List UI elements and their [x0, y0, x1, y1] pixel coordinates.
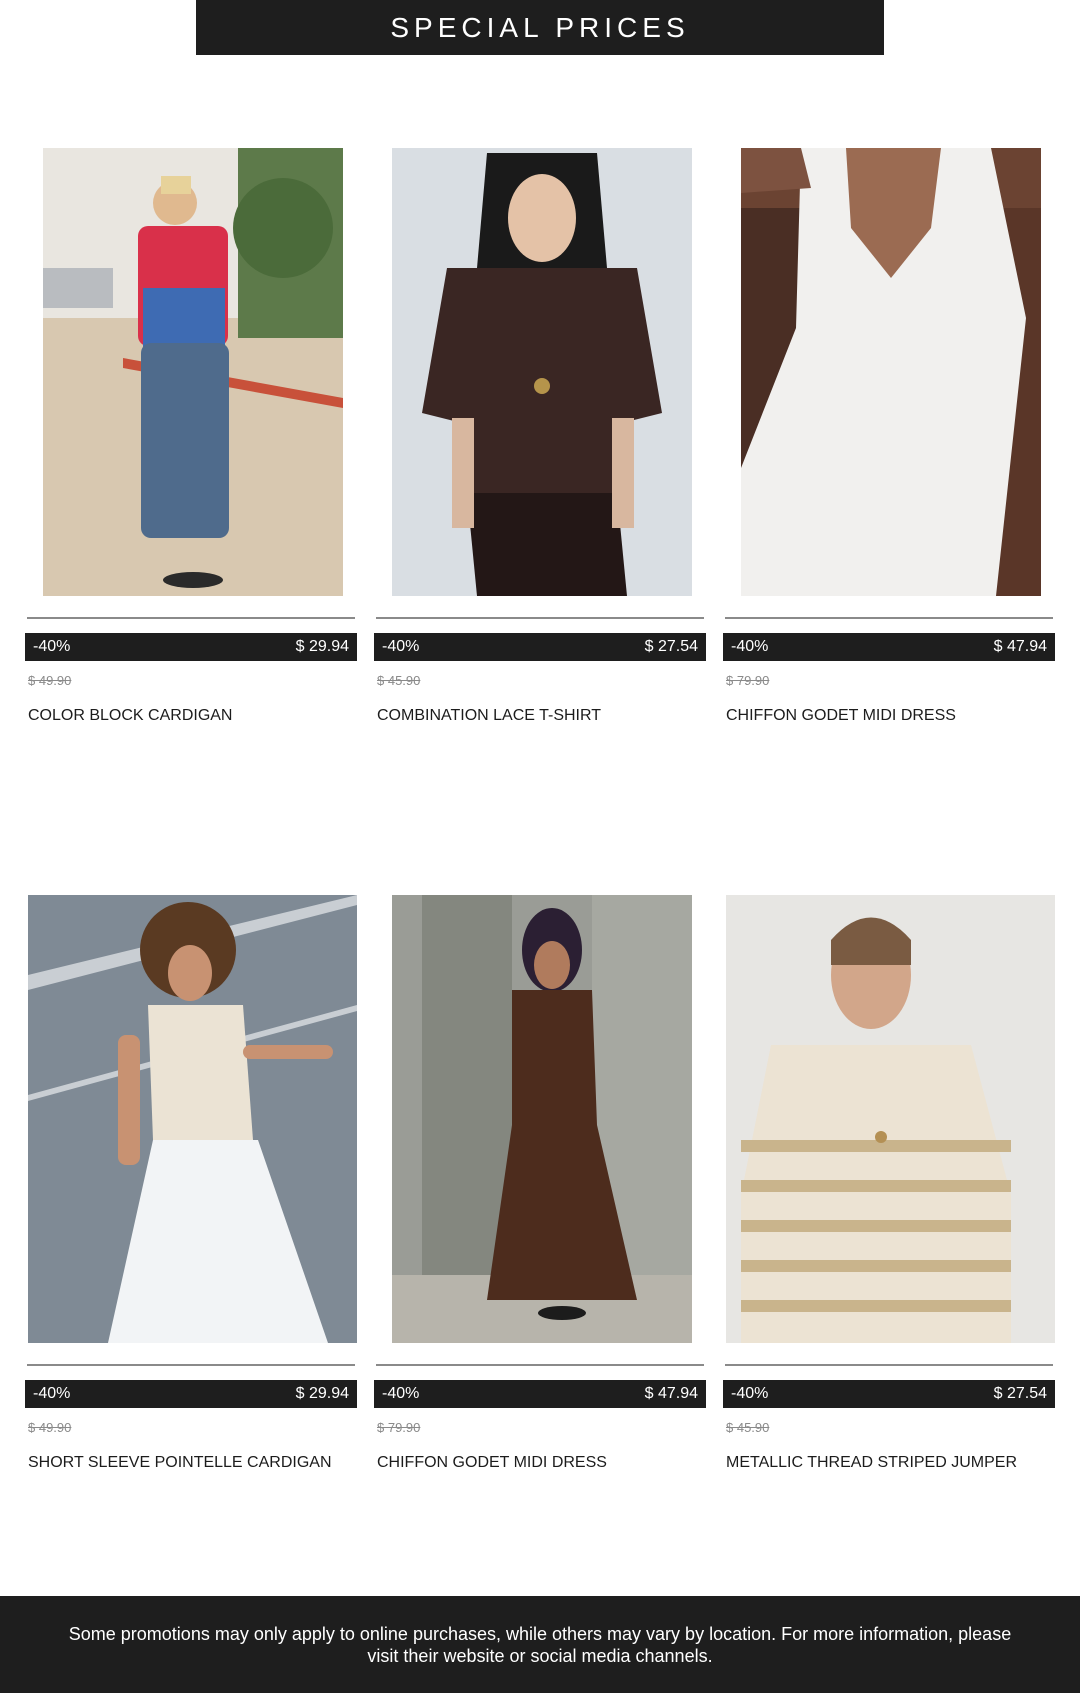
price-bar: -40% $ 47.94: [723, 633, 1055, 661]
product-name[interactable]: CHIFFON GODET MIDI DRESS: [377, 1454, 607, 1472]
discount-badge: -40%: [731, 1385, 769, 1402]
divider: [376, 1364, 704, 1366]
product-name[interactable]: SHORT SLEEVE POINTELLE CARDIGAN: [28, 1454, 332, 1472]
sale-price: $ 47.94: [993, 638, 1047, 655]
discount-badge: -40%: [382, 638, 420, 655]
discount-badge: -40%: [731, 638, 769, 655]
divider: [376, 617, 704, 619]
price-bar: -40% $ 27.54: [374, 633, 706, 661]
header-banner: SPECIAL PRICES: [196, 0, 884, 55]
divider: [27, 617, 355, 619]
product-image[interactable]: [726, 895, 1055, 1343]
original-price: $ 49.90: [28, 1420, 72, 1435]
disclaimer-text: Some promotions may only apply to online…: [68, 1623, 1012, 1666]
product-image[interactable]: [392, 148, 692, 596]
product-name[interactable]: METALLIC THREAD STRIPED JUMPER: [726, 1454, 1017, 1472]
price-bar: -40% $ 27.54: [723, 1380, 1055, 1408]
divider: [27, 1364, 355, 1366]
footer-disclaimer: Some promotions may only apply to online…: [0, 1596, 1080, 1693]
original-price: $ 49.90: [28, 673, 72, 688]
product-image[interactable]: [741, 148, 1041, 596]
sale-price: $ 29.94: [295, 638, 349, 655]
product-name[interactable]: COLOR BLOCK CARDIGAN: [28, 707, 232, 725]
sale-price: $ 29.94: [295, 1385, 349, 1402]
discount-badge: -40%: [382, 1385, 420, 1402]
original-price: $ 79.90: [377, 1420, 421, 1435]
product-name[interactable]: COMBINATION LACE T-SHIRT: [377, 707, 601, 725]
divider: [725, 617, 1053, 619]
sale-price: $ 27.54: [993, 1385, 1047, 1402]
sale-price: $ 47.94: [644, 1385, 698, 1402]
product-image[interactable]: [392, 895, 692, 1343]
original-price: $ 45.90: [377, 673, 421, 688]
page-title: SPECIAL PRICES: [390, 11, 690, 43]
discount-badge: -40%: [33, 1385, 71, 1402]
product-name[interactable]: CHIFFON GODET MIDI DRESS: [726, 707, 956, 725]
price-bar: -40% $ 47.94: [374, 1380, 706, 1408]
product-image[interactable]: [43, 148, 343, 596]
price-bar: -40% $ 29.94: [25, 633, 357, 661]
original-price: $ 45.90: [726, 1420, 770, 1435]
product-image[interactable]: [28, 895, 357, 1343]
divider: [725, 1364, 1053, 1366]
original-price: $ 79.90: [726, 673, 770, 688]
discount-badge: -40%: [33, 638, 71, 655]
price-bar: -40% $ 29.94: [25, 1380, 357, 1408]
sale-price: $ 27.54: [644, 638, 698, 655]
